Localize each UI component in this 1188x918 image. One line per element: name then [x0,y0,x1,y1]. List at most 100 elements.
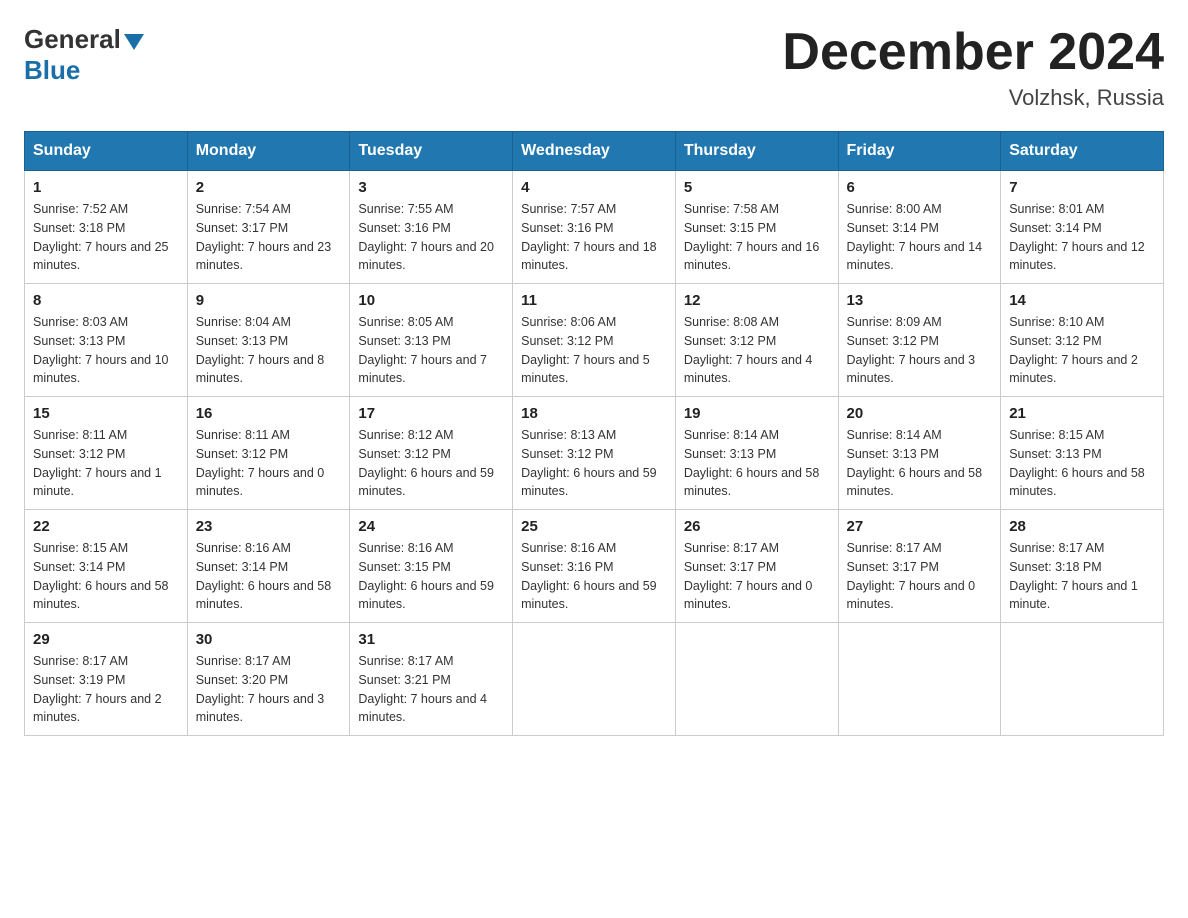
day-number: 23 [196,518,342,535]
day-number: 26 [684,518,830,535]
header-sunday: Sunday [25,132,188,171]
day-info: Sunrise: 8:06 AMSunset: 3:12 PMDaylight:… [521,313,667,388]
day-number: 5 [684,179,830,196]
location-label: Volzhsk, Russia [782,85,1164,111]
calendar-cell: 1 Sunrise: 7:52 AMSunset: 3:18 PMDaylight… [25,171,188,284]
day-number: 4 [521,179,667,196]
logo-general-text: General [24,24,121,55]
calendar-cell: 14 Sunrise: 8:10 AMSunset: 3:12 PMDayligh… [1001,284,1164,397]
day-number: 2 [196,179,342,196]
day-number: 17 [358,405,504,422]
calendar-cell: 20 Sunrise: 8:14 AMSunset: 3:13 PMDayligh… [838,397,1001,510]
calendar-cell: 18Sunrise: 8:13 AMSunset: 3:12 PMDayligh… [513,397,676,510]
day-info: Sunrise: 8:10 AMSunset: 3:12 PMDaylight:… [1009,313,1155,388]
calendar-cell: 26 Sunrise: 8:17 AMSunset: 3:17 PMDayligh… [675,510,838,623]
day-info: Sunrise: 8:09 AMSunset: 3:12 PMDaylight:… [847,313,993,388]
day-number: 3 [358,179,504,196]
month-title: December 2024 [782,24,1164,81]
day-info: Sunrise: 8:16 AMSunset: 3:14 PMDaylight:… [196,539,342,614]
header-monday: Monday [187,132,350,171]
logo: General Blue [24,24,147,86]
calendar-cell: 21 Sunrise: 8:15 AMSunset: 3:13 PMDayligh… [1001,397,1164,510]
title-block: December 2024 Volzhsk, Russia [782,24,1164,111]
day-number: 13 [847,292,993,309]
calendar-cell [513,623,676,736]
day-info: Sunrise: 8:04 AMSunset: 3:13 PMDaylight:… [196,313,342,388]
calendar-cell: 24 Sunrise: 8:16 AMSunset: 3:15 PMDayligh… [350,510,513,623]
calendar-cell: 10Sunrise: 8:05 AMSunset: 3:13 PMDayligh… [350,284,513,397]
day-number: 16 [196,405,342,422]
header-friday: Friday [838,132,1001,171]
logo-triangle-icon [124,34,144,50]
day-number: 24 [358,518,504,535]
calendar-cell: 17 Sunrise: 8:12 AMSunset: 3:12 PMDayligh… [350,397,513,510]
header-thursday: Thursday [675,132,838,171]
day-number: 11 [521,292,667,309]
day-info: Sunrise: 8:16 AMSunset: 3:16 PMDaylight:… [521,539,667,614]
day-number: 21 [1009,405,1155,422]
header-wednesday: Wednesday [513,132,676,171]
day-info: Sunrise: 8:17 AMSunset: 3:21 PMDaylight:… [358,652,504,727]
day-info: Sunrise: 8:05 AMSunset: 3:13 PMDaylight:… [358,313,504,388]
day-info: Sunrise: 8:12 AMSunset: 3:12 PMDaylight:… [358,426,504,501]
logo-blue-text: Blue [24,55,80,86]
calendar-cell: 23 Sunrise: 8:16 AMSunset: 3:14 PMDayligh… [187,510,350,623]
day-info: Sunrise: 8:08 AMSunset: 3:12 PMDaylight:… [684,313,830,388]
day-info: Sunrise: 8:17 AMSunset: 3:17 PMDaylight:… [847,539,993,614]
calendar-cell: 13 Sunrise: 8:09 AMSunset: 3:12 PMDayligh… [838,284,1001,397]
day-info: Sunrise: 8:11 AMSunset: 3:12 PMDaylight:… [33,426,179,501]
day-number: 12 [684,292,830,309]
calendar-cell: 27 Sunrise: 8:17 AMSunset: 3:17 PMDayligh… [838,510,1001,623]
day-info: Sunrise: 7:52 AMSunset: 3:18 PMDaylight:… [33,200,179,275]
calendar-cell: 31 Sunrise: 8:17 AMSunset: 3:21 PMDayligh… [350,623,513,736]
day-info: Sunrise: 8:17 AMSunset: 3:20 PMDaylight:… [196,652,342,727]
day-number: 19 [684,405,830,422]
day-number: 9 [196,292,342,309]
week-row-1: 1 Sunrise: 7:52 AMSunset: 3:18 PMDaylight… [25,171,1164,284]
calendar-cell: 5Sunrise: 7:58 AMSunset: 3:15 PMDaylight… [675,171,838,284]
day-info: Sunrise: 8:17 AMSunset: 3:17 PMDaylight:… [684,539,830,614]
day-number: 27 [847,518,993,535]
calendar-cell: 16 Sunrise: 8:11 AMSunset: 3:12 PMDayligh… [187,397,350,510]
day-info: Sunrise: 7:57 AMSunset: 3:16 PMDaylight:… [521,200,667,275]
week-row-4: 22 Sunrise: 8:15 AMSunset: 3:14 PMDayligh… [25,510,1164,623]
day-info: Sunrise: 8:15 AMSunset: 3:14 PMDaylight:… [33,539,179,614]
day-info: Sunrise: 8:01 AMSunset: 3:14 PMDaylight:… [1009,200,1155,275]
day-number: 8 [33,292,179,309]
day-number: 1 [33,179,179,196]
day-info: Sunrise: 8:17 AMSunset: 3:19 PMDaylight:… [33,652,179,727]
day-number: 6 [847,179,993,196]
calendar-cell [838,623,1001,736]
header-saturday: Saturday [1001,132,1164,171]
day-number: 29 [33,631,179,648]
day-number: 31 [358,631,504,648]
calendar-cell: 7 Sunrise: 8:01 AMSunset: 3:14 PMDaylight… [1001,171,1164,284]
day-number: 15 [33,405,179,422]
day-info: Sunrise: 8:11 AMSunset: 3:12 PMDaylight:… [196,426,342,501]
day-number: 14 [1009,292,1155,309]
calendar-cell: 6Sunrise: 8:00 AMSunset: 3:14 PMDaylight… [838,171,1001,284]
calendar-cell: 30Sunrise: 8:17 AMSunset: 3:20 PMDayligh… [187,623,350,736]
day-number: 7 [1009,179,1155,196]
day-number: 28 [1009,518,1155,535]
calendar-cell: 3Sunrise: 7:55 AMSunset: 3:16 PMDaylight… [350,171,513,284]
header-tuesday: Tuesday [350,132,513,171]
day-info: Sunrise: 8:14 AMSunset: 3:13 PMDaylight:… [847,426,993,501]
day-info: Sunrise: 7:54 AMSunset: 3:17 PMDaylight:… [196,200,342,275]
day-info: Sunrise: 8:15 AMSunset: 3:13 PMDaylight:… [1009,426,1155,501]
calendar-table: SundayMondayTuesdayWednesdayThursdayFrid… [24,131,1164,736]
day-number: 18 [521,405,667,422]
day-info: Sunrise: 8:16 AMSunset: 3:15 PMDaylight:… [358,539,504,614]
day-info: Sunrise: 8:03 AMSunset: 3:13 PMDaylight:… [33,313,179,388]
calendar-cell: 22 Sunrise: 8:15 AMSunset: 3:14 PMDayligh… [25,510,188,623]
page-header: General Blue December 2024 Volzhsk, Russ… [24,24,1164,111]
day-info: Sunrise: 8:17 AMSunset: 3:18 PMDaylight:… [1009,539,1155,614]
calendar-cell [675,623,838,736]
day-number: 22 [33,518,179,535]
calendar-cell: 4 Sunrise: 7:57 AMSunset: 3:16 PMDaylight… [513,171,676,284]
day-number: 20 [847,405,993,422]
week-row-3: 15 Sunrise: 8:11 AMSunset: 3:12 PMDayligh… [25,397,1164,510]
calendar-cell [1001,623,1164,736]
day-info: Sunrise: 8:14 AMSunset: 3:13 PMDaylight:… [684,426,830,501]
calendar-cell: 15 Sunrise: 8:11 AMSunset: 3:12 PMDayligh… [25,397,188,510]
